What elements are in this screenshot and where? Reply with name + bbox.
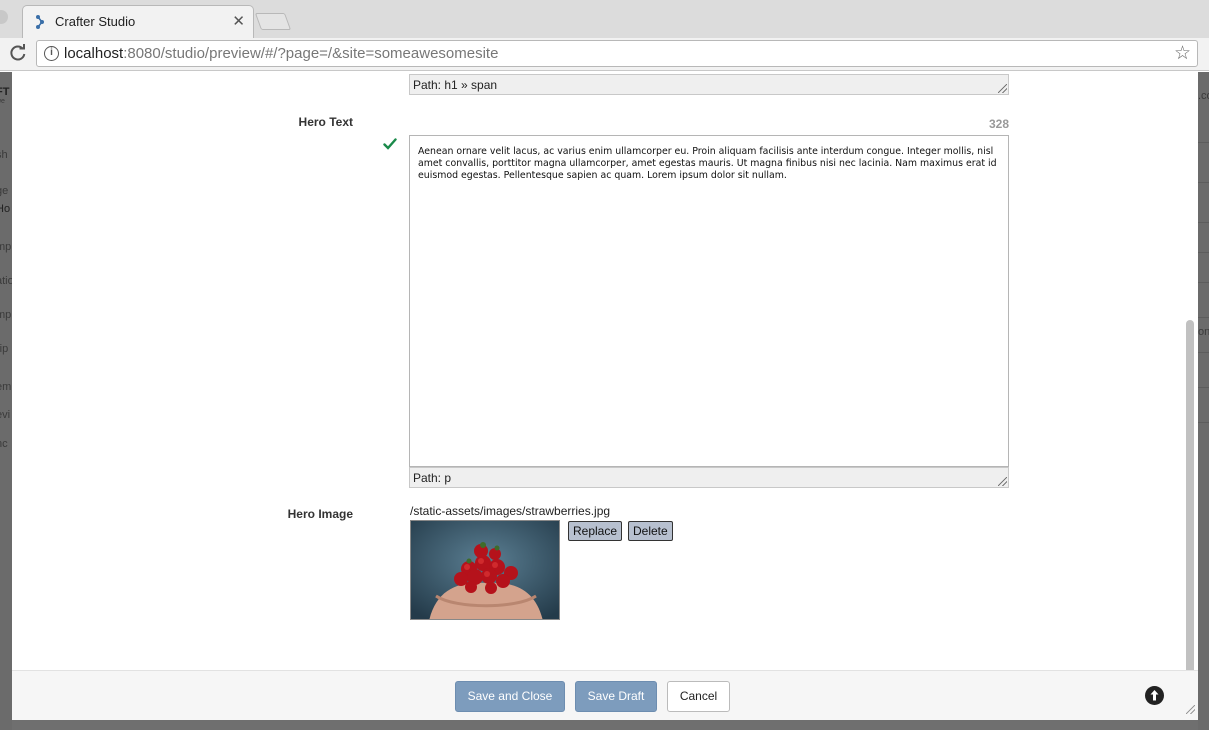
bg-fragment: rip	[0, 343, 9, 355]
bg-fragment: Ho	[0, 203, 11, 215]
bg-fragment: sh	[0, 149, 8, 161]
bg-divider	[1198, 387, 1209, 388]
delete-image-button[interactable]: Delete	[628, 521, 673, 541]
hero-image-thumbnail	[410, 520, 560, 620]
content-form-dialog: Path: h1 » span Hero Text 328 Aenean orn…	[12, 72, 1198, 720]
browser-tab-strip: Crafter Studio ✕	[0, 0, 1209, 38]
browser-toolbar: i localhost:8080/studio/preview/#/?page=…	[0, 38, 1209, 71]
bookmark-star-icon[interactable]: ☆	[1174, 42, 1191, 65]
scroll-to-top-icon[interactable]	[1145, 686, 1164, 705]
new-tab-button[interactable]	[254, 13, 292, 30]
element-path-text: Path: p	[413, 471, 452, 485]
bg-fragment: ge	[0, 185, 9, 197]
url-text[interactable]: localhost:8080/studio/preview/#/?page=/&…	[64, 45, 498, 62]
bg-fragment: .co	[1198, 90, 1209, 102]
bg-fragment: mp	[0, 241, 12, 253]
dialog-footer: Save and Close Save Draft Cancel	[12, 670, 1198, 720]
bg-divider	[1198, 352, 1209, 353]
bg-divider	[1198, 182, 1209, 183]
bg-fragment: we	[0, 98, 5, 105]
save-and-close-button[interactable]: Save and Close	[455, 681, 565, 712]
character-counter: 328	[988, 117, 1009, 131]
bg-divider	[1198, 317, 1209, 318]
bg-fragment: mp	[0, 309, 12, 321]
bg-fragment: em	[0, 381, 12, 393]
reload-icon[interactable]	[8, 43, 28, 63]
strawberries-photo	[411, 521, 559, 619]
address-bar[interactable]: i localhost:8080/studio/preview/#/?page=…	[36, 40, 1198, 67]
bg-divider	[1198, 222, 1209, 223]
hero-image-label: Hero Image	[287, 507, 353, 521]
dialog-scrollbar-thumb[interactable]	[1186, 320, 1194, 715]
save-draft-button[interactable]: Save Draft	[575, 681, 657, 712]
close-tab-icon[interactable]: ✕	[232, 12, 245, 30]
title-editor-path-bar: Path: h1 » span	[409, 74, 1009, 95]
browser-tab[interactable]: Crafter Studio ✕	[22, 5, 254, 38]
tab-title: Crafter Studio	[55, 14, 136, 29]
hero-text-editor[interactable]: Aenean ornare velit lacus, ac varius eni…	[409, 135, 1009, 467]
background-right-strip: .co on	[1198, 72, 1209, 730]
window-control-dot[interactable]	[0, 10, 8, 24]
hero-text-content[interactable]: Aenean ornare velit lacus, ac varius eni…	[418, 146, 998, 182]
crafter-logo-icon	[36, 15, 44, 29]
dialog-resize-handle-icon[interactable]	[1186, 705, 1195, 714]
bg-divider	[1198, 252, 1209, 253]
bg-fragment: FT	[0, 86, 10, 98]
bg-divider	[1198, 282, 1209, 283]
element-path-text: Path: h1 » span	[413, 78, 498, 92]
bg-fragment: atio	[0, 275, 12, 287]
replace-image-button[interactable]: Replace	[568, 521, 623, 541]
bg-fragment: on	[1198, 326, 1209, 338]
resize-handle-icon[interactable]	[998, 477, 1007, 486]
bg-fragment: evi	[0, 409, 11, 421]
cancel-button[interactable]: Cancel	[667, 681, 730, 712]
hero-image-path: /static-assets/images/strawberries.jpg	[410, 504, 611, 518]
hero-text-label: Hero Text	[298, 115, 353, 129]
bg-fragment: nc	[0, 438, 8, 450]
url-host: localhost	[64, 45, 124, 62]
valid-checkmark-icon	[383, 138, 397, 150]
hero-text-path-bar: Path: p	[409, 467, 1009, 488]
url-path: :8080/studio/preview/#/?page=/&site=some…	[123, 45, 499, 62]
resize-handle-icon[interactable]	[998, 84, 1007, 93]
bg-divider	[1198, 422, 1209, 423]
site-info-icon[interactable]: i	[44, 46, 59, 61]
background-left-strip: FT we sh ge Ho mp atio mp rip em evi nc	[0, 72, 12, 730]
bg-divider	[1198, 142, 1209, 143]
